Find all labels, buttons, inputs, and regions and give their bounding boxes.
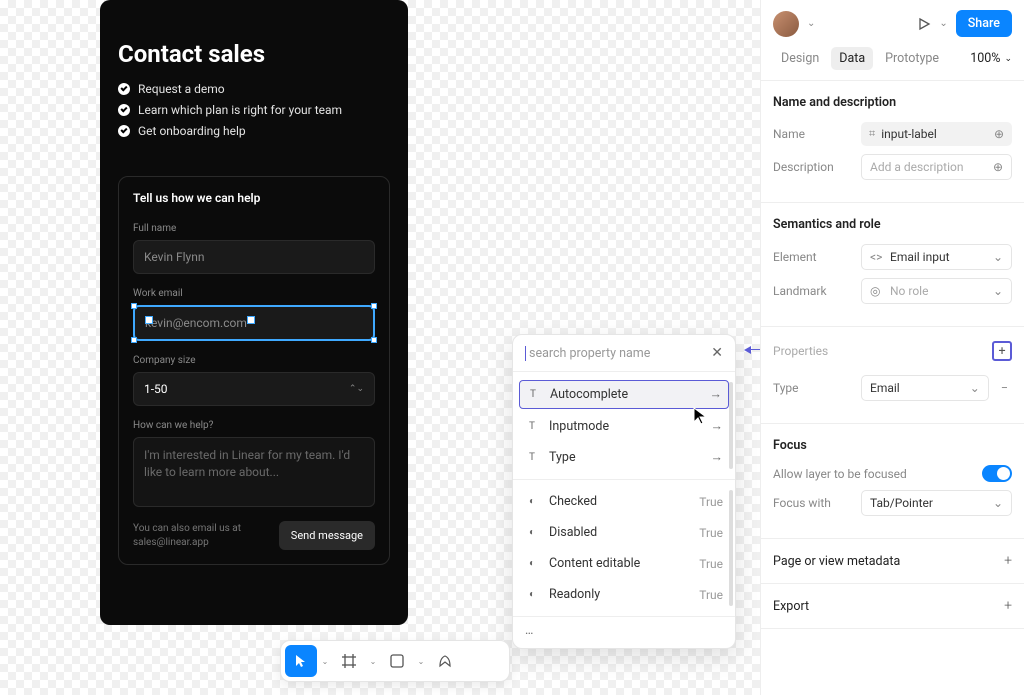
allow-focus-label: Allow layer to be focused (773, 467, 974, 481)
export-section[interactable]: Export + (761, 584, 1024, 629)
section-name-description: Name and description (773, 95, 1012, 110)
select-tool-chevron[interactable]: ⌄ (317, 645, 331, 677)
chevron-updown-icon: ⌃⌄ (349, 384, 364, 394)
element-select[interactable]: <> Email input ⌄ (861, 244, 1012, 270)
avatar[interactable] (773, 11, 799, 37)
check-icon (118, 125, 130, 137)
description-input[interactable]: Add a description ⊕ (861, 154, 1012, 180)
toolbar: ⌄ ⌄ ⌄ (280, 640, 510, 682)
select-tool[interactable] (285, 645, 317, 677)
property-item-content-editable[interactable]: ◐ Content editable True (513, 548, 735, 579)
focus-with-label: Focus with (773, 496, 853, 510)
frame-tool[interactable] (333, 645, 365, 677)
toggle-icon: ◐ (525, 589, 539, 600)
check-icon (118, 104, 130, 116)
form-card: Tell us how we can help Full name Kevin … (118, 176, 390, 565)
chevron-down-icon: ⌄ (993, 284, 1003, 298)
help-label: How can we help? (133, 420, 375, 431)
inspector-panel: ⌄ ⌄ Share Design Data Prototype 100% ⌄ N… (760, 0, 1024, 695)
property-item-checked[interactable]: ◐ Checked True (513, 486, 735, 517)
arrow-right-icon: → (711, 450, 724, 465)
allow-focus-toggle[interactable] (982, 465, 1012, 482)
check-icon (118, 83, 130, 95)
annotation-arrow (744, 346, 751, 354)
text-icon: T (525, 452, 539, 463)
close-icon[interactable]: ✕ (711, 345, 723, 361)
property-item-disabled[interactable]: ◐ Disabled True (513, 517, 735, 548)
add-property-button[interactable]: + (992, 341, 1012, 361)
zoom-level[interactable]: 100% ⌄ (970, 51, 1012, 66)
pin-icon: ◎ (870, 284, 884, 298)
property-item-autocomplete[interactable]: T Autocomplete → (519, 380, 729, 409)
focus-with-select[interactable]: Tab/Pointer ⌄ (861, 490, 1012, 516)
fullname-input[interactable]: Kevin Flynn (133, 240, 375, 274)
name-label: Name (773, 127, 853, 141)
section-semantics-role: Semantics and role (773, 217, 1012, 232)
name-chip[interactable]: ⌗ input-label ⊕ (861, 122, 1012, 146)
page-title: Contact sales (118, 40, 390, 68)
bullet-item: Get onboarding help (118, 124, 390, 138)
plus-icon: + (1004, 553, 1012, 569)
page-metadata-section[interactable]: Page or view metadata + (761, 539, 1024, 584)
property-item-inputmode[interactable]: T Inputmode → (513, 411, 735, 442)
property-item-type[interactable]: T Type → (513, 442, 735, 473)
email-label: Work email (133, 288, 375, 299)
email-input[interactable]: kevin@encom.com (133, 305, 375, 341)
properties-label: Properties (773, 344, 984, 358)
share-button[interactable]: Share (956, 10, 1012, 37)
frame-tool-chevron[interactable]: ⌄ (365, 645, 379, 677)
chevron-down-icon: ⌄ (1004, 54, 1012, 64)
section-focus: Focus (773, 438, 1012, 453)
target-icon[interactable]: ⊕ (994, 127, 1004, 141)
footer-text: You can also email us at sales@linear.ap… (133, 522, 241, 550)
remove-property-button[interactable]: − (997, 381, 1012, 396)
property-search-input[interactable] (525, 346, 711, 361)
plus-icon: + (1004, 598, 1012, 614)
type-select[interactable]: Email ⌄ (861, 375, 989, 401)
tab-prototype[interactable]: Prototype (877, 47, 947, 70)
tab-data[interactable]: Data (831, 47, 873, 70)
arrow-right-icon: → (711, 419, 724, 434)
chevron-down-icon: ⌄ (993, 250, 1003, 264)
play-icon[interactable] (917, 17, 931, 31)
target-icon[interactable]: ⊕ (993, 160, 1003, 174)
text-icon: T (526, 389, 540, 400)
text-icon: T (525, 421, 539, 432)
chevron-down-icon: ⌄ (970, 381, 980, 395)
toggle-icon: ◐ (525, 558, 539, 569)
type-label: Type (773, 381, 853, 395)
element-label: Element (773, 250, 853, 264)
contact-sales-card: Contact sales Request a demo Learn which… (100, 0, 408, 625)
pen-tool[interactable] (429, 645, 461, 677)
arrow-right-icon: → (710, 387, 723, 402)
form-title: Tell us how we can help (133, 191, 375, 205)
landmark-label: Landmark (773, 284, 853, 298)
landmark-select[interactable]: ◎ No role ⌄ (861, 278, 1012, 304)
chevron-down-icon: ⌄ (993, 496, 1003, 510)
tab-design[interactable]: Design (773, 47, 827, 70)
shape-tool-chevron[interactable]: ⌄ (413, 645, 427, 677)
chevron-down-icon[interactable]: ⌄ (939, 18, 947, 29)
more-icon[interactable]: … (513, 617, 735, 648)
help-textarea[interactable]: I'm interested in Linear for my team. I'… (133, 437, 375, 507)
fullname-label: Full name (133, 223, 375, 234)
description-label: Description (773, 160, 853, 174)
code-icon: <> (870, 250, 884, 264)
chevron-down-icon[interactable]: ⌄ (807, 18, 815, 29)
size-label: Company size (133, 355, 375, 366)
size-select[interactable]: 1-50 ⌃⌄ (133, 372, 375, 406)
canvas[interactable]: Contact sales Request a demo Learn which… (0, 0, 760, 695)
bullet-item: Learn which plan is right for your team (118, 103, 390, 117)
shape-tool[interactable] (381, 645, 413, 677)
property-item-readonly[interactable]: ◐ Readonly True (513, 579, 735, 610)
property-search-popup: ✕ T Autocomplete → T Inputmode → T Type … (512, 334, 736, 649)
toggle-icon: ◐ (525, 527, 539, 538)
toggle-icon: ◐ (525, 496, 539, 507)
bullet-item: Request a demo (118, 82, 390, 96)
frame-icon: ⌗ (869, 127, 875, 141)
send-button[interactable]: Send message (279, 521, 375, 550)
